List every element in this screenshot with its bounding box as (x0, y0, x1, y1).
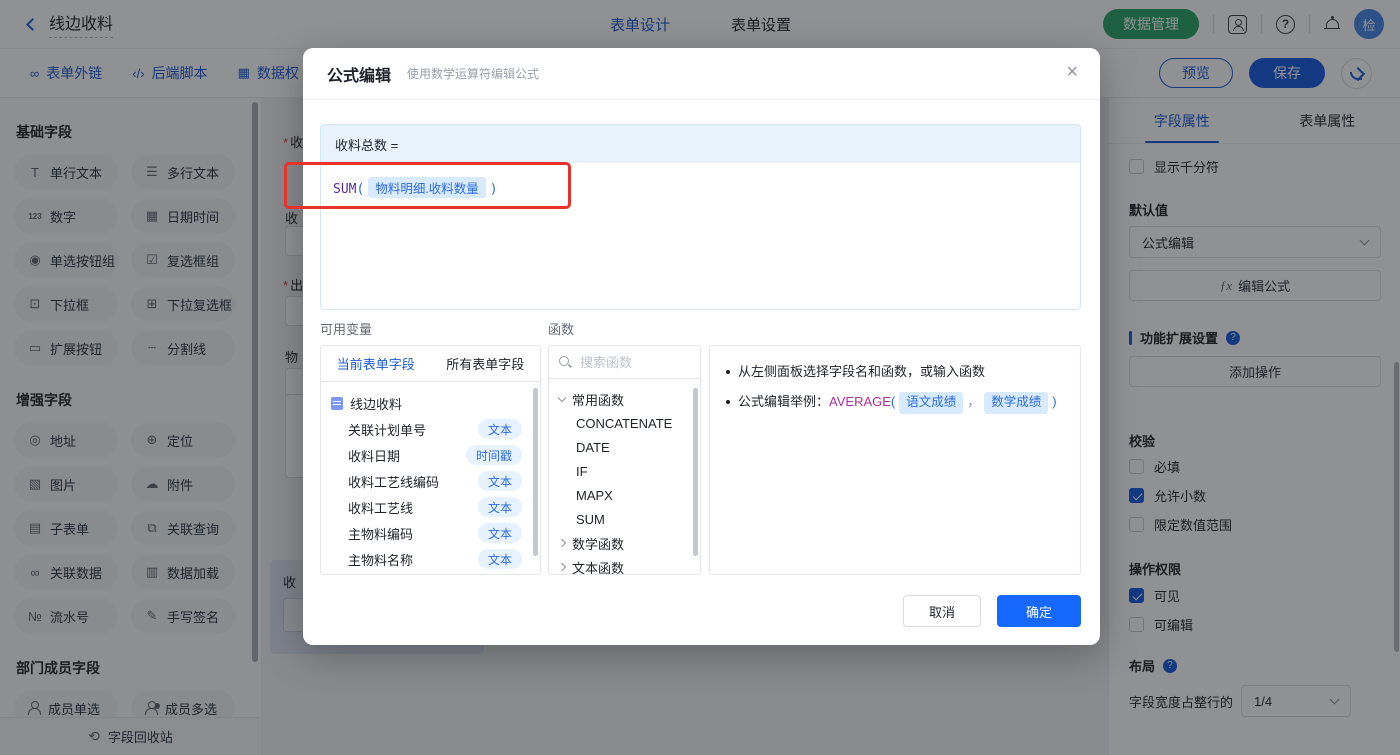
formula-edit-dialog: 公式编辑 使用数学运算符编辑公式 × 收料总数 = SUM(物料明细.收料数量)… (303, 48, 1100, 645)
field-type-badge: 文本 (477, 523, 522, 543)
field-name: 关联计划单号 (348, 422, 427, 438)
field-name: 收料日期 (348, 448, 401, 464)
function-item-label: CONCATENATE (576, 415, 673, 431)
function-group-text[interactable]: 文本函数 (549, 555, 700, 575)
function-item[interactable]: SUM (549, 507, 700, 531)
function-group-common[interactable]: 常用函数 (549, 387, 700, 411)
tree-field-row[interactable]: 收料工艺线编码 文本 (321, 468, 540, 494)
search-input[interactable] (580, 354, 680, 370)
field-name: 主物料名称 (348, 552, 414, 568)
field-name: 主物料编码 (348, 526, 414, 542)
function-item-label: DATE (576, 439, 610, 455)
dialog-header: 公式编辑 使用数学运算符编辑公式 × (303, 48, 1100, 100)
tree-field-row[interactable]: 收料工艺线 文本 (321, 494, 540, 520)
tree-field-row[interactable]: 主物料编码 文本 (321, 520, 540, 546)
dialog-footer: 取消 确定 (303, 595, 1081, 627)
function-item[interactable]: MAPX (549, 483, 700, 507)
functions-scrollbar[interactable] (693, 388, 698, 556)
variables-pane: 当前表单字段 所有表单字段 线边收料 关联计划单号 文本 收料日期 时间戳 收料工艺… (320, 345, 541, 575)
tree-root-label: 线边收料 (350, 396, 403, 412)
tab-current-form-fields[interactable]: 当前表单字段 (321, 354, 431, 373)
tab-all-form-fields[interactable]: 所有表单字段 (431, 354, 541, 373)
chevron-right-icon (557, 538, 567, 548)
tree-field-row[interactable]: 主物料名称 文本 (321, 546, 540, 572)
chevron-right-icon (557, 562, 567, 572)
form-doc-icon (331, 396, 343, 410)
close-paren: ) (489, 182, 498, 197)
open-paren: ( (890, 394, 896, 410)
dialog-subtitle: 使用数学运算符编辑公式 (407, 67, 540, 81)
field-type-badge: 文本 (477, 497, 522, 517)
function-search[interactable] (549, 346, 700, 379)
app-root: 线边收料 表单设计 表单设置 数据管理 ? 检 ∞ 表单外链 ‹/› 后端脚本 … (0, 0, 1400, 755)
variables-pane-label: 可用变量 (320, 322, 373, 337)
function-item[interactable]: DATE (549, 435, 700, 459)
tree-field-row[interactable]: 收料日期 时间戳 (321, 442, 540, 468)
example-function-name: AVERAGE (829, 394, 891, 410)
field-name: 收料工艺线 (348, 500, 414, 516)
tree-root-form[interactable]: 线边收料 (321, 390, 540, 416)
function-group-label: 文本函数 (572, 560, 625, 575)
tip-text: 公式编辑举例： (738, 394, 830, 410)
variables-scrollbar[interactable] (533, 388, 538, 556)
field-chip[interactable]: 物料明细.收料数量 (368, 177, 486, 198)
cancel-button[interactable]: 取消 (903, 595, 981, 627)
close-icon[interactable]: × (1066, 62, 1078, 82)
function-group-label: 数学函数 (572, 536, 625, 552)
variables-tabs: 当前表单字段 所有表单字段 (321, 346, 540, 382)
function-name: SUM (333, 182, 357, 197)
formula-input-area[interactable]: SUM(物料明细.收料数量) (321, 163, 1080, 309)
field-type-badge: 文本 (477, 419, 522, 439)
open-paren: ( (356, 182, 365, 197)
close-paren: ) (1052, 394, 1057, 410)
field-type-badge: 文本 (477, 471, 522, 491)
field-type-badge: 时间戳 (465, 445, 522, 465)
function-item-label: SUM (576, 511, 605, 527)
functions-pane: 常用函数 CONCATENATE DATE IF MAPX SUM 数学函数 文… (548, 345, 701, 575)
tip-line-2: 公式编辑举例：AVERAGE(语文成绩，数学成绩) (724, 392, 1066, 414)
example-field-chip: 语文成绩 (899, 392, 964, 414)
tips-pane: 从左侧面板选择字段名和函数，或输入函数 公式编辑举例：AVERAGE(语文成绩，… (709, 345, 1081, 575)
function-item-label: MAPX (576, 487, 613, 503)
function-item[interactable]: CONCATENATE (549, 411, 700, 435)
functions-pane-label: 函数 (548, 322, 575, 337)
field-type-badge: 文本 (477, 549, 522, 569)
dialog-title: 公式编辑 (327, 67, 392, 85)
tip-text: 从左侧面板选择字段名和函数，或输入函数 (738, 364, 986, 379)
tree-field-row[interactable]: 关联计划单号 文本 (321, 416, 540, 442)
chevron-down-icon (557, 393, 567, 402)
search-icon (559, 355, 572, 369)
function-group-label: 常用函数 (572, 392, 625, 408)
formula-target: 收料总数 = (321, 125, 1080, 163)
comma: ， (967, 394, 981, 410)
function-item[interactable]: IF (549, 459, 700, 483)
tip-line-1: 从左侧面板选择字段名和函数，或输入函数 (724, 362, 1066, 382)
function-item-label: IF (576, 463, 588, 479)
function-group-math[interactable]: 数学函数 (549, 531, 700, 555)
example-field-chip: 数学成绩 (984, 392, 1049, 414)
field-name: 收料工艺线编码 (348, 474, 440, 490)
formula-editor: 收料总数 = SUM(物料明细.收料数量) (320, 124, 1081, 310)
confirm-button[interactable]: 确定 (997, 595, 1081, 627)
